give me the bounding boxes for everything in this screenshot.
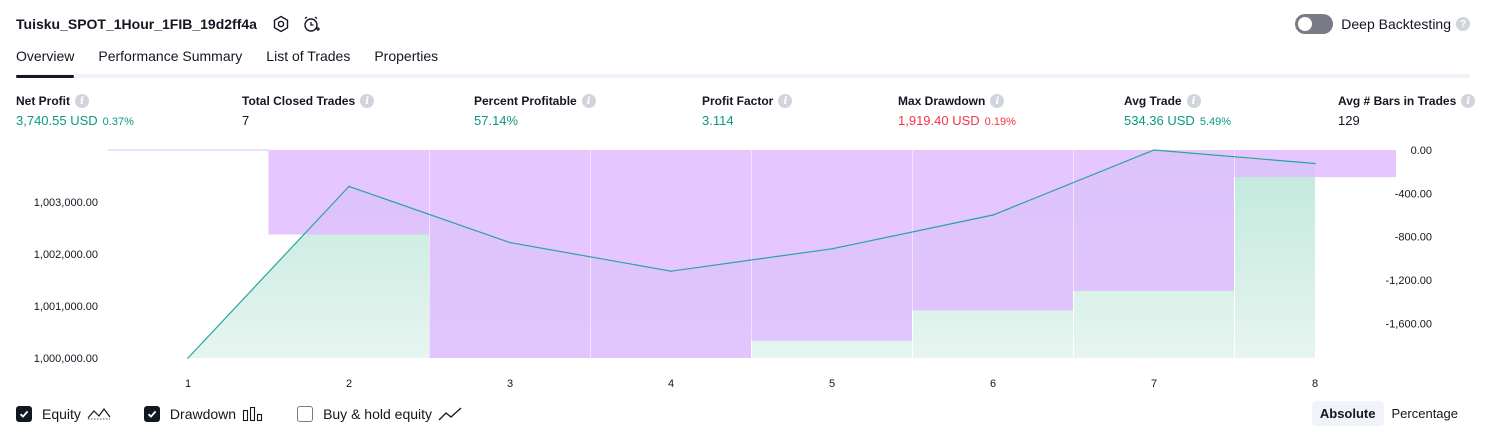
equity-drawdown-chart[interactable]: 1,000,000.00 1,001,000.00 1,002,000.00 1,00… (0, 0, 1486, 438)
x-axis-tick-label: 4 (668, 378, 674, 390)
equity-point (992, 214, 994, 216)
right-axis-tick-label: 0.00 (1411, 145, 1432, 157)
equity-line-icon (87, 406, 111, 422)
equity-point (1314, 162, 1316, 165)
equity-checkbox[interactable] (16, 406, 32, 422)
drawdown-checkbox[interactable] (143, 406, 160, 422)
left-axis-tick-label: 1,002,000.00 (34, 249, 98, 261)
left-axis-tick-label: 1,001,000.00 (34, 301, 98, 313)
absolute-button[interactable]: Absolute (1311, 401, 1384, 426)
x-axis-tick-label: 5 (829, 378, 835, 390)
x-axis-tick-label: 8 (1312, 378, 1318, 390)
equity-point (509, 241, 511, 244)
legend-equity[interactable]: Equity (16, 406, 111, 422)
legend-drawdown[interactable]: Drawdown (143, 406, 264, 422)
left-axis-tick-label: 1,003,000.00 (34, 197, 98, 209)
legend-label: Buy & hold equity (323, 406, 433, 422)
equity-point (187, 357, 189, 359)
drawdown-bar (429, 150, 591, 358)
view-mode-switch: Absolute Percentage (1311, 401, 1467, 426)
x-axis-tick-label: 7 (1151, 378, 1157, 390)
chart-legend: Equity Drawdown Buy & hold equity (16, 403, 495, 425)
drawdown-bar (1073, 150, 1235, 291)
right-axis-tick-label: -1,600.00 (1386, 318, 1432, 330)
drawdown-bar (912, 150, 1074, 311)
right-axis-tick-label: -400.00 (1395, 188, 1432, 200)
right-axis-tick-label: -800.00 (1395, 232, 1432, 244)
legend-label: Drawdown (169, 406, 237, 422)
x-axis-tick-label: 2 (346, 378, 352, 390)
equity-point (1153, 149, 1155, 151)
equity-point (831, 248, 833, 250)
percentage-button[interactable]: Percentage (1384, 401, 1467, 426)
x-axis-tick-label: 3 (507, 378, 513, 390)
equity-point (348, 185, 350, 188)
buy-hold-line-icon (438, 406, 462, 422)
equity-point (670, 270, 672, 272)
x-axis-tick-label: 6 (990, 378, 996, 390)
legend-buy-hold[interactable]: Buy & hold equity (297, 406, 462, 422)
buy-hold-checkbox[interactable] (297, 406, 314, 422)
drawdown-bar (268, 150, 430, 235)
right-axis-tick-label: -1,200.00 (1386, 275, 1432, 287)
drawdown-bar (751, 150, 913, 341)
legend-label: Equity (42, 406, 81, 422)
drawdown-bars-icon (242, 406, 264, 422)
left-axis-tick-label: 1,000,000.00 (34, 353, 98, 365)
drawdown-bar (590, 150, 752, 358)
x-axis-tick-label: 1 (185, 378, 191, 390)
